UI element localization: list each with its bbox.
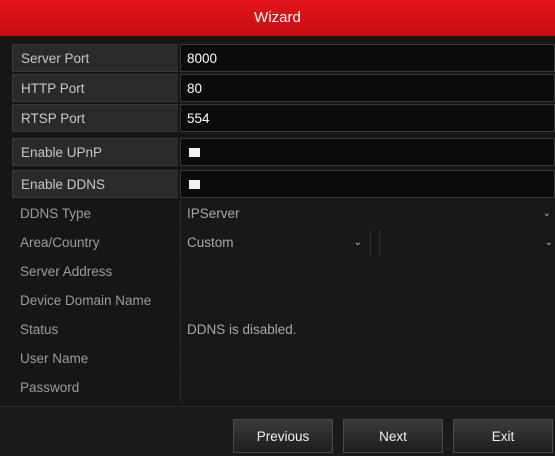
server-port-label: Server Port (12, 44, 178, 72)
area-country-field: Custom ⌄ ⌄ (180, 229, 555, 257)
password-label: Password (20, 380, 80, 395)
server-port-input[interactable]: 8000 (180, 44, 555, 72)
exit-button[interactable]: Exit (453, 419, 553, 453)
password-input[interactable] (180, 374, 555, 402)
area-country-row: Area/Country Custom ⌄ ⌄ (12, 229, 555, 257)
server-address-input[interactable] (180, 258, 555, 286)
user-name-label: User Name (20, 351, 89, 366)
server-port-row: Server Port 8000 (12, 44, 555, 72)
upnp-row: Enable UPnP (12, 138, 555, 166)
device-domain-row: Device Domain Name (12, 287, 555, 315)
ddns-enable-label: Enable DDNS (12, 170, 178, 198)
area-country-value: Custom (187, 235, 234, 250)
ddns-enable-field (180, 170, 555, 198)
area-country-dropdown[interactable]: Custom ⌄ (181, 229, 371, 257)
status-row: Status DDNS is disabled. (12, 316, 555, 344)
http-port-row: HTTP Port 80 (12, 74, 555, 102)
chevron-down-icon: ⌄ (544, 237, 553, 248)
upnp-label: Enable UPnP (12, 138, 178, 166)
device-domain-input[interactable] (180, 287, 555, 315)
ddns-type-field: IPServer ⌄ (180, 200, 555, 228)
ddns-type-label: DDNS Type (20, 206, 92, 221)
http-port-input[interactable]: 80 (180, 74, 555, 102)
rtsp-port-label: RTSP Port (12, 104, 178, 132)
status-value: DDNS is disabled. (180, 316, 555, 344)
rtsp-port-input[interactable]: 554 (180, 104, 555, 132)
next-button[interactable]: Next (343, 419, 443, 453)
chevron-down-icon: ⌄ (542, 208, 551, 219)
upnp-checkbox[interactable] (189, 148, 200, 157)
ddns-enable-row: Enable DDNS (12, 170, 555, 198)
area-country-secondary-dropdown[interactable]: ⌄ (379, 229, 555, 257)
chevron-down-icon: ⌄ (353, 237, 362, 248)
ddns-enable-checkbox[interactable] (189, 180, 200, 189)
wizard-footer: Previous Next Exit (0, 406, 555, 456)
rtsp-port-row: RTSP Port 554 (12, 104, 555, 132)
area-country-label: Area/Country (20, 235, 100, 250)
user-name-input[interactable] (180, 345, 555, 373)
wizard-title: Wizard (0, 0, 555, 36)
server-address-label: Server Address (20, 264, 113, 279)
device-domain-label: Device Domain Name (20, 293, 152, 308)
ddns-type-row: DDNS Type IPServer ⌄ (12, 200, 555, 228)
previous-button[interactable]: Previous (233, 419, 333, 453)
server-address-row: Server Address (12, 258, 555, 286)
user-name-row: User Name (12, 345, 555, 373)
status-label: Status (20, 322, 59, 337)
http-port-label: HTTP Port (12, 74, 178, 102)
wizard-window: Wizard Server Port 8000 HTTP Port 80 RTS… (0, 0, 555, 456)
ddns-type-value: IPServer (187, 206, 240, 221)
upnp-field (180, 138, 555, 166)
ddns-type-dropdown[interactable]: IPServer ⌄ (187, 200, 555, 228)
password-row: Password (12, 374, 555, 402)
